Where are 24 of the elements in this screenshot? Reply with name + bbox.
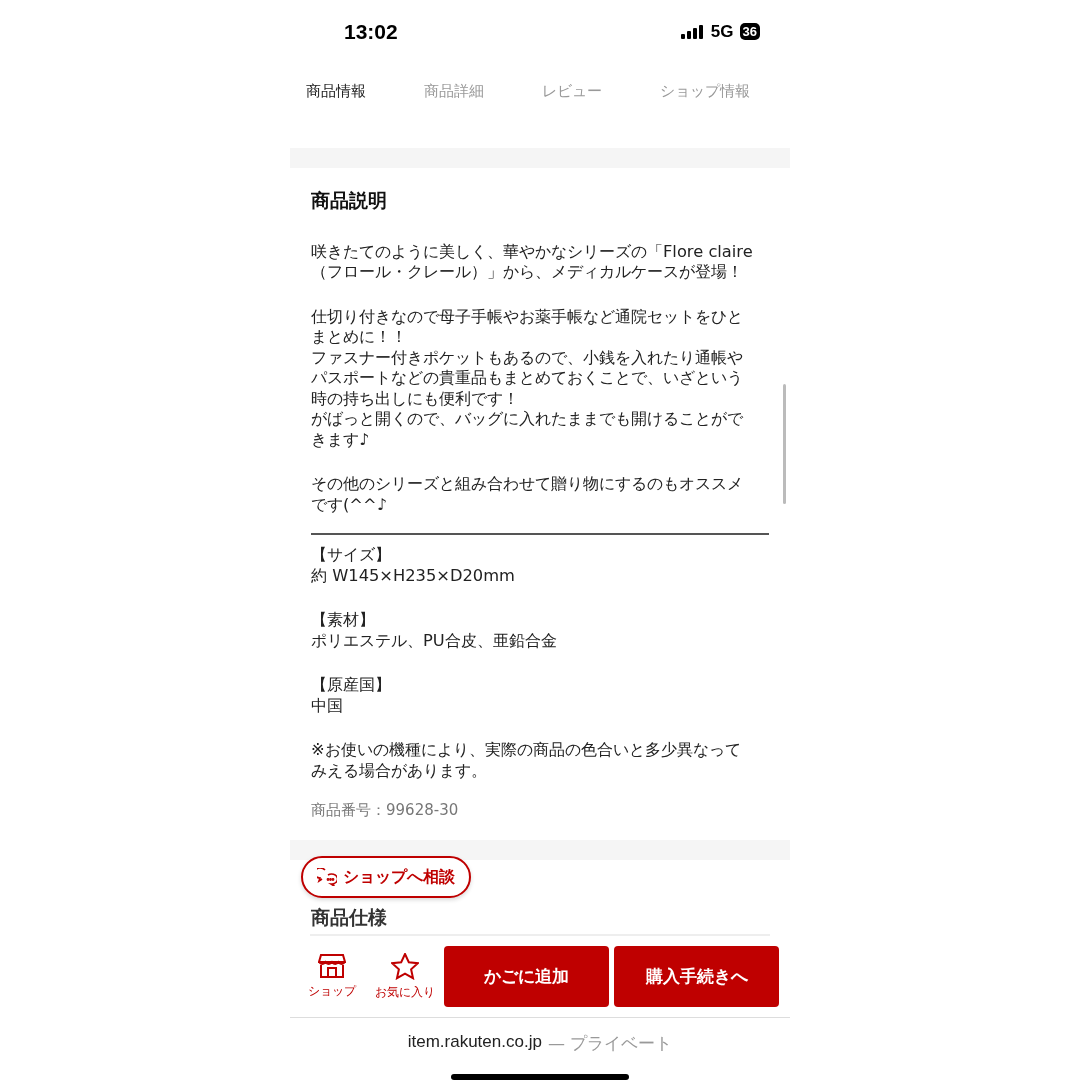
network-label: 5G [710, 21, 734, 42]
item-number: 商品番号：99628-30 [311, 801, 460, 821]
section-heading: 商品仕様 [311, 906, 387, 929]
store-icon [318, 953, 346, 980]
spec-paragraph: 【サイズ】 約 W145×H235×D20mm [311, 545, 516, 587]
description-paragraph: その他のシリーズと組み合わせて贈り物にするのもオススメ です(^^♪ [311, 474, 744, 516]
status-time: 13:02 [344, 19, 398, 44]
description-paragraph: 仕切り付きなので母子手帳やお薬手帳など通院セットをひと まとめに！！ ファスナー付きポケットもあるので、小銭を入れたり通帳や パスポートなどの貴重品もまとめておくことで、いざという 時の持ち出しにも便利です！ がばっと開くので、バッグに入れたままでも開けることがで きます♪ [311, 306, 744, 451]
checkout-button[interactable]: 購入手続きへ [614, 946, 779, 1008]
description-paragraph: 咲きたてのように美しく、華やかなシリーズの「Flore claire （フロール・クレール）」から、メディカルケースが登場！ [311, 241, 754, 283]
spec-paragraph: ※お使いの機種により、実際の商品の色合いと多少異なって みえる場合があります。 [311, 740, 742, 782]
shop-button[interactable]: ショップ [298, 953, 366, 1001]
battery-icon: 36 [739, 23, 760, 40]
spec-paragraph: 【原産国】 中国 [311, 675, 392, 717]
consult-button[interactable]: ショップへ相談 [301, 856, 471, 899]
favorite-button[interactable]: お気に入り [371, 952, 439, 1001]
signal-icon [680, 24, 705, 39]
private-label: — プライベート [547, 1032, 673, 1056]
url-domain[interactable]: item.rakuten.co.jp [407, 1032, 542, 1056]
spec-paragraph: 【素材】 ポリエステル、PU合皮、亜鉛合金 [311, 610, 558, 652]
tab[interactable]: 商品情報 [306, 82, 366, 102]
section-heading: 商品説明 [311, 187, 388, 213]
star-icon [391, 952, 419, 980]
add-to-cart-button[interactable]: かごに追加 [444, 946, 609, 1008]
